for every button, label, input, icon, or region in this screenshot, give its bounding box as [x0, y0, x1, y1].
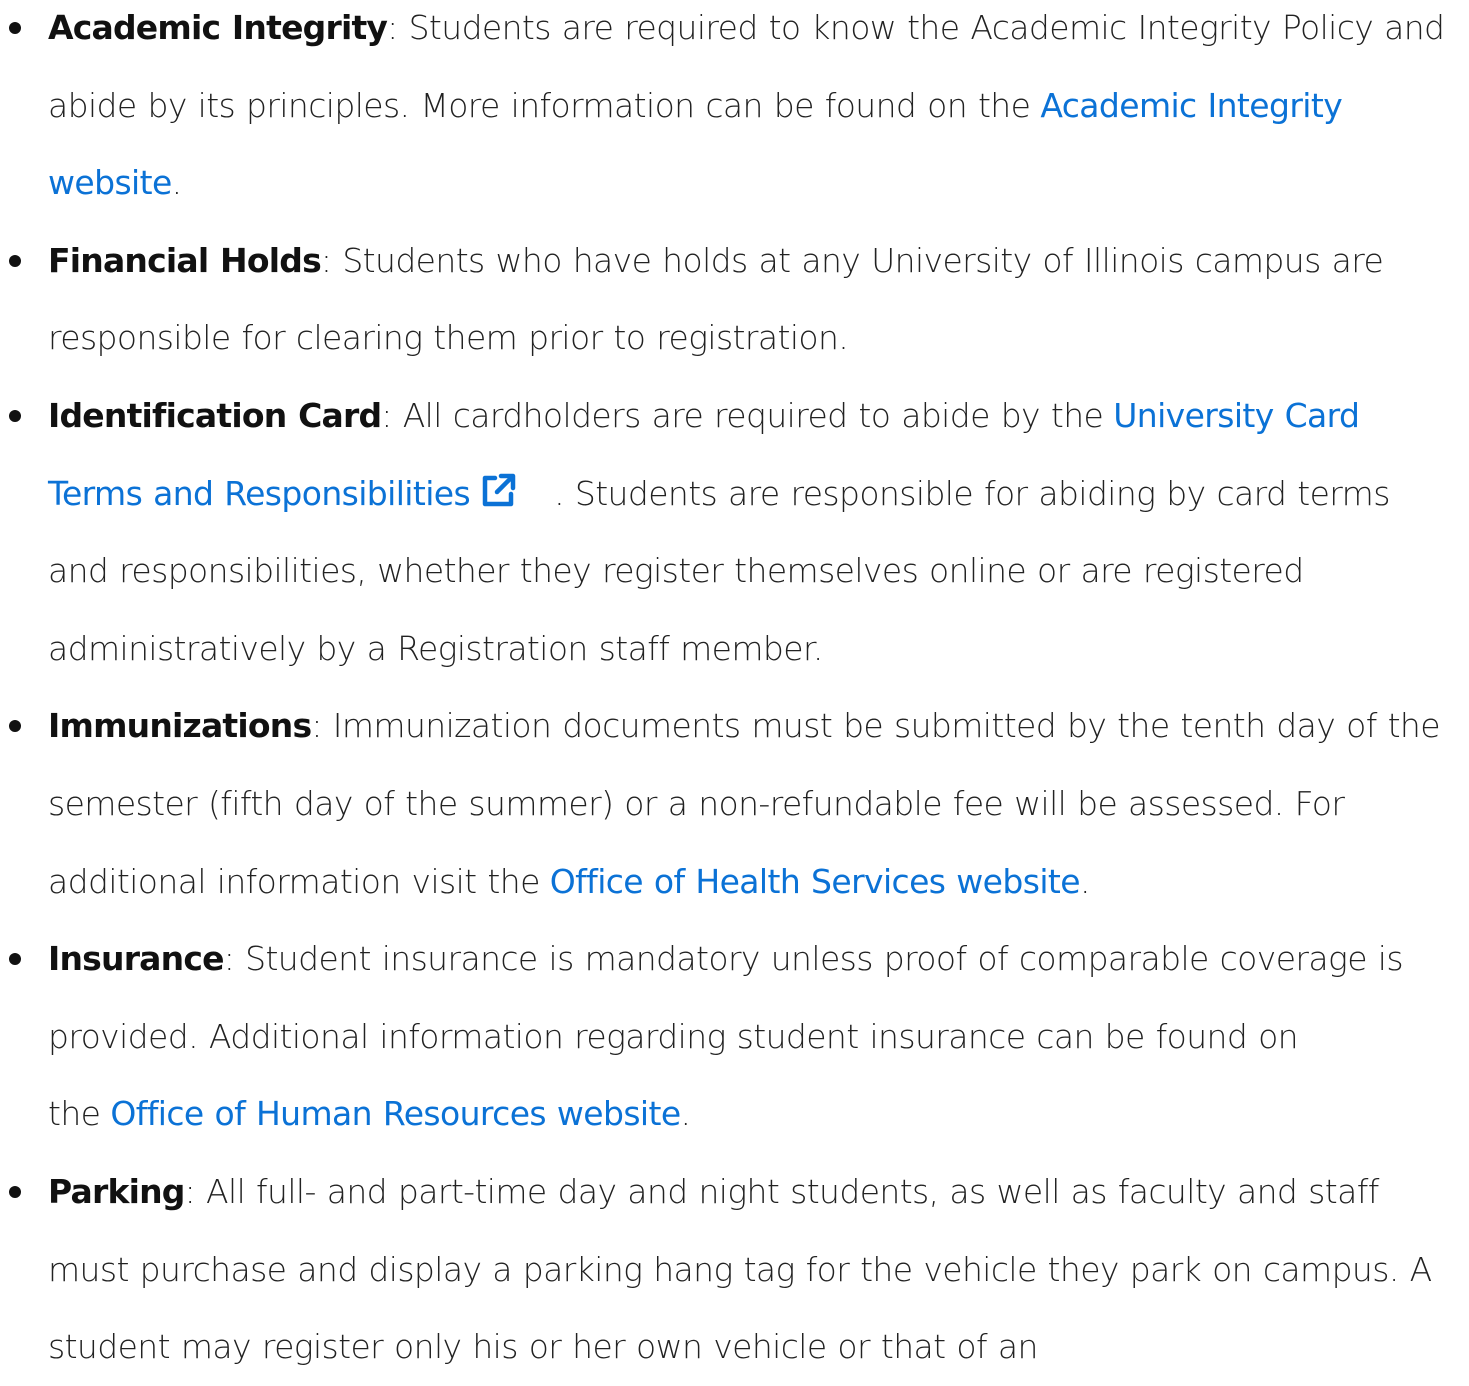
item-text: : All full- and part-time day and night … — [48, 1171, 1432, 1367]
list-item-financial-holds: Financial Holds: Students who have holds… — [0, 222, 1469, 377]
term-identification-card: Identification Card — [48, 395, 382, 435]
office-of-human-resources-link[interactable]: Office of Human Resources website — [110, 1094, 681, 1133]
term-academic-integrity: Academic Integrity — [48, 8, 388, 47]
term-insurance: Insurance — [48, 939, 224, 979]
item-text-after: . — [171, 163, 182, 203]
list-item-academic-integrity: Academic Integrity: Students are require… — [0, 0, 1469, 222]
list-item-immunizations: Immunizations: Immunization documents mu… — [0, 687, 1469, 920]
list-item-insurance: Insurance: Student insurance is mandator… — [0, 920, 1469, 1153]
term-immunizations: Immunizations — [48, 706, 312, 746]
item-text-after: . — [1079, 861, 1090, 901]
external-link-icon — [478, 471, 518, 511]
policy-list: Academic Integrity: Students are require… — [0, 0, 1469, 1386]
office-of-health-services-link[interactable]: Office of Health Services website — [550, 862, 1081, 901]
term-parking: Parking — [48, 1171, 185, 1211]
item-text: : All cardholders are required to abide … — [381, 395, 1104, 435]
list-item-identification-card: Identification Card: All cardholders are… — [0, 377, 1469, 687]
term-financial-holds: Financial Holds — [48, 240, 322, 280]
list-item-parking: Parking: All full- and part-time day and… — [0, 1153, 1469, 1386]
item-text-after: . — [680, 1094, 691, 1134]
